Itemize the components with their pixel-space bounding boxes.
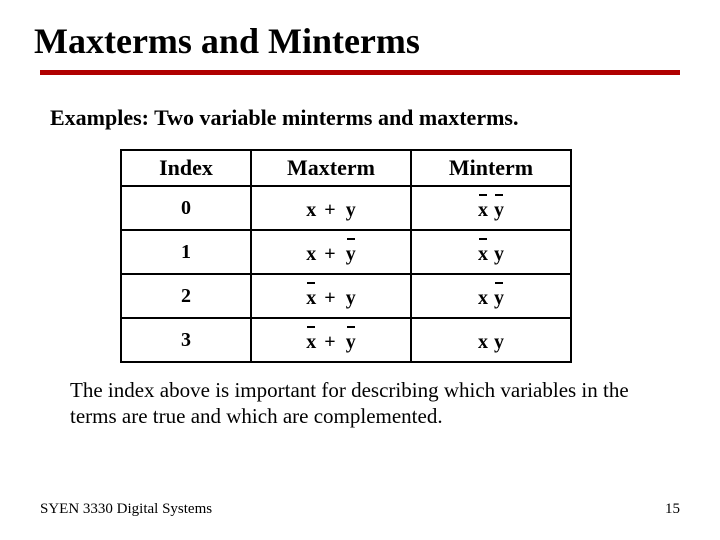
minterm-cell: xy [411, 186, 571, 230]
minterm-cell: xy [411, 318, 571, 362]
table-wrap: Index Maxterm Minterm 0x+yxy1x+yxy2x+yxy… [120, 149, 680, 363]
description-text: The index above is important for describ… [70, 377, 670, 430]
title-rule [40, 70, 680, 75]
table-row: 2x+yxy [121, 274, 571, 318]
maxterm-cell: x+y [251, 230, 411, 274]
footer-left: SYEN 3330 Digital Systems [40, 501, 212, 518]
maxterm-cell: x+y [251, 186, 411, 230]
minterm-cell: xy [411, 274, 571, 318]
maxterm-cell: x+y [251, 274, 411, 318]
footer-right: 15 [665, 501, 680, 518]
index-cell: 2 [121, 274, 251, 318]
index-cell: 0 [121, 186, 251, 230]
header-maxterm: Maxterm [251, 150, 411, 186]
truth-table: Index Maxterm Minterm 0x+yxy1x+yxy2x+yxy… [120, 149, 572, 363]
maxterm-cell: x+y [251, 318, 411, 362]
footer: SYEN 3330 Digital Systems 15 [40, 501, 680, 518]
index-cell: 3 [121, 318, 251, 362]
minterm-cell: xy [411, 230, 571, 274]
table-row: 0x+yxy [121, 186, 571, 230]
index-cell: 1 [121, 230, 251, 274]
table-row: 1x+yxy [121, 230, 571, 274]
header-minterm: Minterm [411, 150, 571, 186]
slide-title: Maxterms and Minterms [34, 20, 680, 62]
table-row: 3x+yxy [121, 318, 571, 362]
header-index: Index [121, 150, 251, 186]
subtitle: Examples: Two variable minterms and maxt… [50, 105, 680, 131]
